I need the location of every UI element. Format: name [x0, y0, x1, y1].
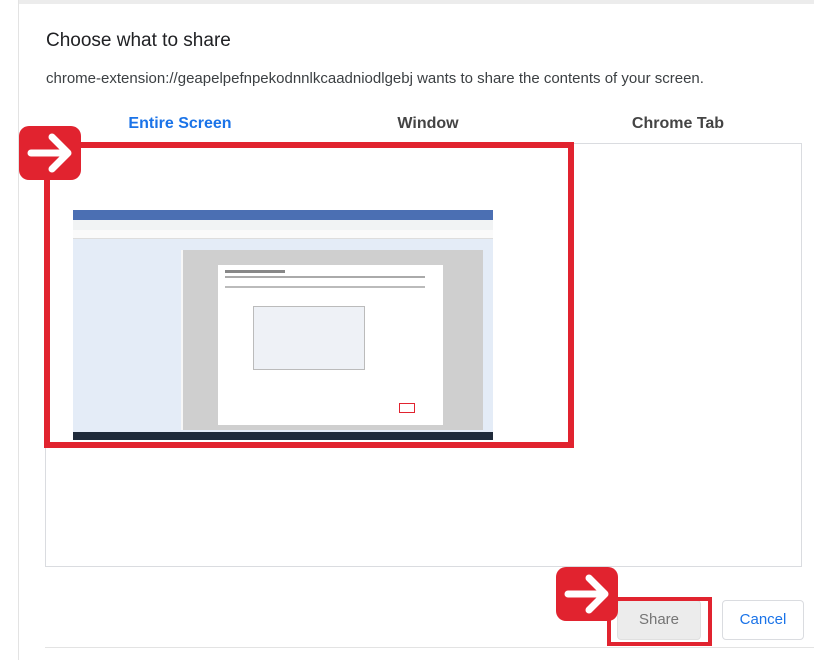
tab-entire-screen[interactable]: Entire Screen: [54, 115, 306, 133]
tab-window[interactable]: Window: [302, 115, 554, 133]
tab-chrome-tab[interactable]: Chrome Tab: [552, 115, 804, 133]
dialog-title: Choose what to share: [46, 30, 231, 51]
right-arrow-icon: [556, 567, 618, 621]
cancel-button[interactable]: Cancel: [722, 600, 804, 640]
top-border: [18, 0, 814, 4]
dialog-description: chrome-extension://geapelpefnpekodnnlkca…: [46, 70, 704, 87]
footer-divider: [45, 647, 814, 648]
screen-share-picker: Choose what to share chrome-extension://…: [0, 0, 814, 660]
share-annotation-box: [607, 597, 712, 646]
right-arrow-icon: [19, 126, 81, 180]
entire-screen-annotation-box: [44, 142, 574, 448]
left-border: [18, 0, 19, 660]
